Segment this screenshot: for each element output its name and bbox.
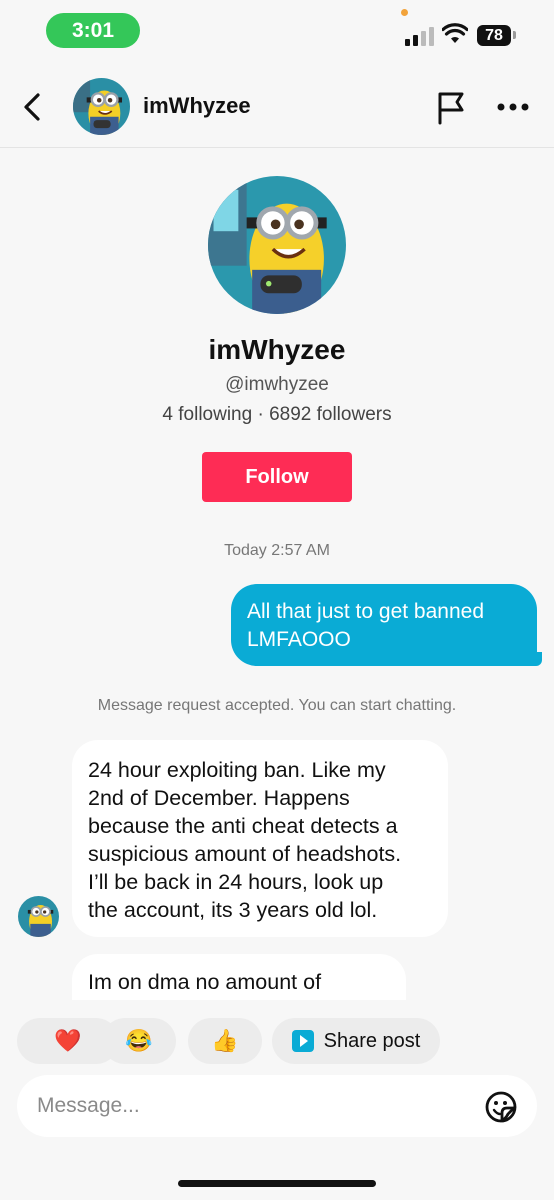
outgoing-message-bubble[interactable]: All that just to get banned LMFAOOO [231,584,537,666]
quick-reply-laugh[interactable]: 😂 [102,1018,176,1064]
battery-icon: 78 [477,25,511,46]
bubble-tail [528,652,542,666]
chat-header: imWhyzee [0,64,554,148]
share-post-button[interactable]: Share post [272,1018,440,1064]
thumbs-up-emoji-icon: 👍 [211,1028,239,1053]
incoming-message-line: Im on dma no amount of [88,970,322,994]
profile-follow-stats: 4 following · 6892 followers [162,404,392,425]
battery-nub [513,31,516,39]
profile-display-name: imWhyzee [208,334,346,365]
share-post-icon [291,1030,314,1052]
home-indicator[interactable] [178,1180,376,1187]
heart-emoji-icon: ❤️ [54,1028,82,1053]
sender-avatar[interactable] [18,896,59,937]
flag-icon[interactable] [434,90,468,126]
emoji-sticker-icon[interactable] [483,1089,519,1125]
message-timestamp: Today 2:57 AM [224,542,330,559]
message-input[interactable] [35,1087,475,1125]
status-bar: 3:01 78 [0,0,554,64]
more-horizontal-icon[interactable] [496,102,530,112]
header-username[interactable]: imWhyzee [143,93,251,119]
profile-handle: @imwhyzee [225,374,329,395]
status-time: 3:01 [46,13,140,48]
laughing-emoji-icon: 😂 [125,1028,153,1053]
quick-reply-thumbs-up[interactable]: 👍 [188,1018,262,1064]
incoming-message-line: 24 hour exploiting ban. Like my [88,758,386,782]
privacy-indicator-dot [401,9,408,16]
chevron-left-icon[interactable] [18,90,48,124]
share-post-label: Share post [323,1029,421,1052]
wifi-icon [442,23,468,43]
system-note: Message request accepted. You can start … [97,697,457,714]
incoming-message-line: because the anti cheat detects a [88,814,398,838]
incoming-message-line: 2nd of December. Happens [88,786,350,810]
incoming-message-line: suspicious amount of headshots. [88,842,402,866]
follow-button[interactable]: Follow [202,452,352,502]
profile-avatar[interactable] [208,176,346,314]
outgoing-message-line: All that just to get banned [247,600,484,623]
incoming-message-bubble[interactable]: 24 hour exploiting ban. Like my 2nd of D… [72,740,448,937]
incoming-message-line: the account, its 3 years old lol. [88,898,378,922]
outgoing-message-line: LMFAOOO [247,628,351,651]
incoming-message-line: I’ll be back in 24 hours, look up [88,870,384,894]
message-composer [17,1075,537,1137]
signal-icon [405,27,434,46]
header-avatar[interactable] [73,78,130,135]
